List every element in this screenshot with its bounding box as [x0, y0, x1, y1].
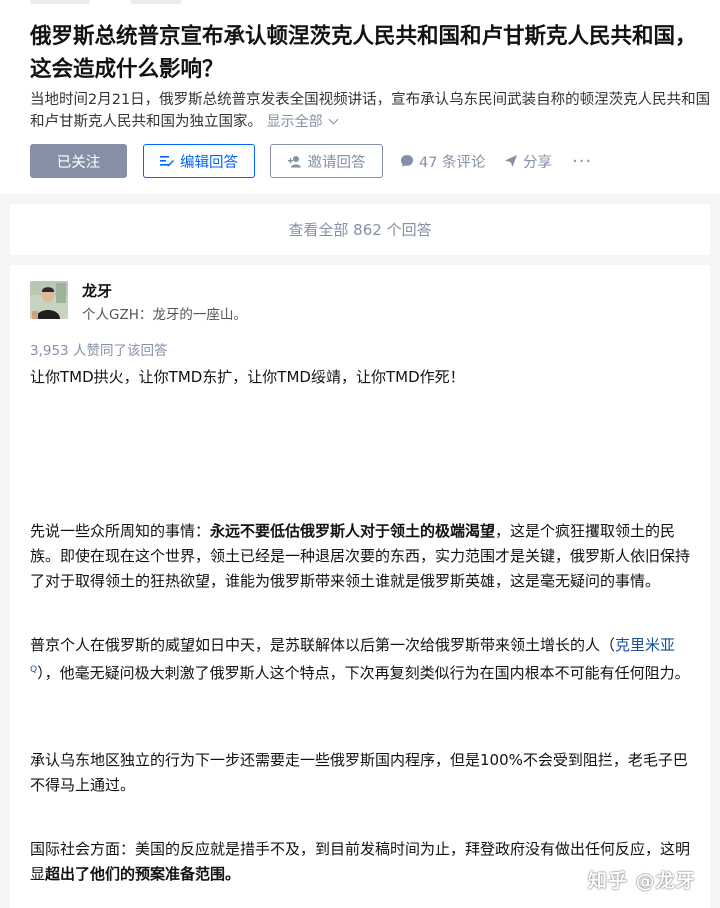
answer-paragraph: 承认乌东地区独立的行为下一步还需要走一些俄罗斯国内程序，但是100%不会受到阻拦…	[30, 751, 688, 794]
comments-label: 47 条评论	[419, 154, 486, 171]
question-header: 俄罗斯总统普京宣布承认顿涅茨克人民共和国和卢甘斯克人民共和国，这会造成什么影响？…	[0, 0, 720, 194]
chevron-down-icon	[328, 114, 339, 125]
question-actions: 已关注 编辑回答 邀请回答 47 条评论 分享 ···	[30, 144, 710, 178]
share-icon	[505, 155, 517, 167]
invite-answer-button[interactable]: 邀请回答	[270, 144, 383, 178]
edit-answer-label: 编辑回答	[180, 154, 238, 171]
author-headline: 个人GZH：龙牙的一座山。	[82, 307, 247, 323]
avatar[interactable]	[30, 281, 68, 319]
answer-paragraph: 先说一些众所周知的事情：永远不要低估俄罗斯人对于领土的极端渴望，这是个疯狂攫取领…	[30, 522, 691, 590]
question-title[interactable]: 俄罗斯总统普京宣布承认顿涅茨克人民共和国和卢甘斯克人民共和国，这会造成什么影响？	[30, 20, 700, 86]
tab-stub	[30, 0, 90, 4]
followed-button[interactable]: 已关注	[30, 144, 127, 178]
comments-button[interactable]: 47 条评论	[400, 144, 486, 178]
crimea-link[interactable]: 克里米亚	[615, 636, 675, 654]
view-all-answers-button[interactable]: 查看全部 862 个回答	[10, 204, 710, 255]
add-user-icon	[287, 155, 301, 167]
author-name[interactable]: 龙牙	[82, 280, 112, 301]
vote-count: 3,953 人赞同了该回答	[30, 343, 168, 359]
more-options-button[interactable]: ···	[572, 144, 592, 178]
comment-icon	[401, 155, 413, 167]
question-detail-text: 当地时间2月21日，俄罗斯总统普京发表全国视频讲话，宣布承认乌东民间武装自称的顿…	[30, 92, 711, 130]
edit-icon	[160, 156, 174, 167]
invite-answer-label: 邀请回答	[307, 154, 366, 171]
answer-card: 龙牙 个人GZH：龙牙的一座山。 3,953 人赞同了该回答 让你TMD拱火，让…	[10, 265, 710, 908]
question-detail: 当地时间2月21日，俄罗斯总统普京发表全国视频讲话，宣布承认乌东民间武装自称的顿…	[30, 89, 720, 133]
share-label: 分享	[523, 154, 552, 171]
answer-paragraph: 让你TMD拱火，让你TMD东扩，让你TMD绥靖，让你TMD作死！	[30, 368, 465, 386]
tab-stub	[130, 0, 182, 4]
zhihu-watermark: 知乎 @龙牙	[588, 870, 696, 892]
show-all-button[interactable]: 显示全部	[267, 114, 339, 130]
edit-answer-button[interactable]: 编辑回答	[143, 144, 255, 178]
answer-paragraph: 普京个人在俄罗斯的威望如日中天，是苏联解体以后第一次给俄罗斯带来领土增长的人（克…	[30, 636, 690, 682]
emphasis-text: 永远不要低估俄罗斯人对于领土的极端渴望	[210, 522, 496, 540]
share-button[interactable]: 分享	[504, 144, 552, 178]
emphasis-text: 超出了他们的预案准备范围。	[45, 865, 241, 883]
